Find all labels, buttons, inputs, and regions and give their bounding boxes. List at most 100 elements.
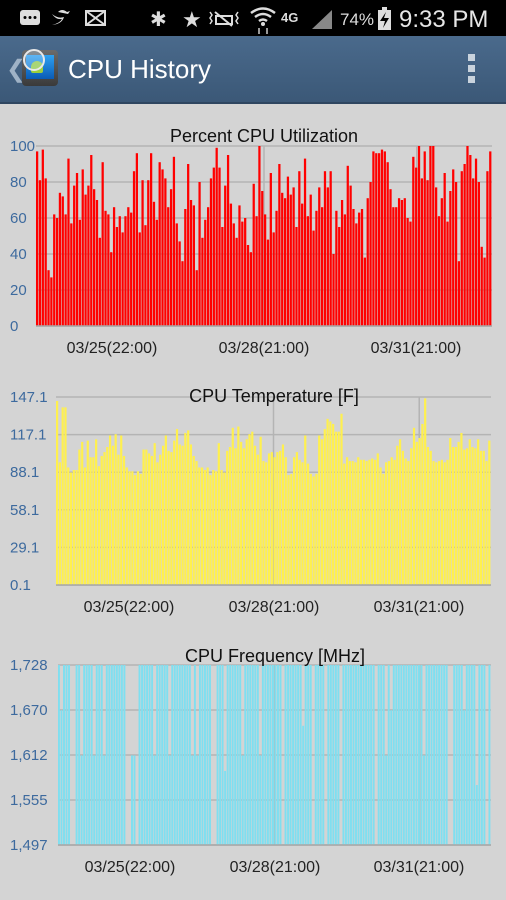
y-tick-label: 0.1 <box>10 577 31 594</box>
bar <box>410 448 413 585</box>
bar <box>187 164 190 326</box>
bar <box>275 210 278 326</box>
bar <box>231 427 234 585</box>
bar <box>178 241 181 326</box>
bar <box>485 461 488 585</box>
bar <box>221 227 224 326</box>
bar <box>270 452 273 585</box>
bar <box>306 216 309 326</box>
clock: 9:33 PM <box>399 6 488 33</box>
bar <box>112 207 116 326</box>
bar <box>181 665 184 845</box>
twitter-icon <box>52 10 70 25</box>
bar <box>103 755 106 845</box>
bar <box>98 237 101 326</box>
bar <box>402 665 405 845</box>
bar <box>60 710 63 845</box>
bar <box>132 171 136 326</box>
bar <box>78 665 81 845</box>
bar <box>417 665 420 845</box>
bar <box>383 151 386 326</box>
bar <box>389 189 392 326</box>
bar <box>417 146 421 326</box>
bar <box>443 665 446 845</box>
bar <box>115 665 118 845</box>
bar <box>256 454 259 585</box>
bar <box>244 665 247 845</box>
bar <box>471 447 474 585</box>
bar <box>379 467 382 585</box>
bar <box>332 423 335 585</box>
bar <box>234 665 237 845</box>
bar <box>337 665 340 845</box>
bar <box>64 214 67 326</box>
y-tick-label: 117.1 <box>10 427 46 444</box>
bar <box>221 665 224 845</box>
bar <box>229 665 232 845</box>
bar <box>75 173 79 326</box>
bar <box>489 151 492 326</box>
bar <box>201 665 204 845</box>
bar <box>463 449 466 585</box>
x-tick-label: 03/25(22:00) <box>84 599 175 616</box>
bar <box>269 173 272 326</box>
bar <box>463 710 466 845</box>
bar <box>238 205 241 326</box>
status-bar: ✱ ★ 4G 74% 9:33 PM <box>0 0 506 36</box>
chart-svg: 0.1 29.1 58.1 88.1 117.1 147.1 CPU Temperature… <box>10 386 491 616</box>
bar <box>474 448 477 585</box>
bar <box>242 448 246 585</box>
bar <box>286 176 290 326</box>
bar <box>429 450 432 585</box>
bar <box>88 665 91 845</box>
bar <box>127 207 130 326</box>
bar <box>98 665 101 845</box>
bar <box>428 665 430 845</box>
bar <box>477 439 480 585</box>
bar <box>284 665 287 845</box>
bar <box>373 459 377 585</box>
bar <box>175 429 179 585</box>
x-tick-label: 03/31(21:00) <box>371 340 462 357</box>
bar <box>262 461 265 585</box>
bar <box>113 665 116 845</box>
bar <box>173 440 176 585</box>
bar <box>117 454 120 585</box>
bar <box>475 785 478 845</box>
bar <box>120 665 123 845</box>
bar <box>404 458 407 585</box>
bar <box>215 147 218 326</box>
bar <box>198 467 201 585</box>
bar <box>479 450 483 585</box>
bar <box>163 665 166 845</box>
overflow-menu-icon[interactable] <box>468 54 476 84</box>
bar <box>65 665 68 845</box>
bar <box>382 665 385 845</box>
bar <box>264 665 267 845</box>
cpu-monitor-app-icon[interactable] <box>22 49 58 86</box>
bar <box>365 665 368 845</box>
bar <box>111 445 114 585</box>
bar <box>150 455 153 585</box>
bar <box>123 665 126 845</box>
bar <box>289 194 292 326</box>
bar <box>321 207 324 326</box>
bar <box>95 439 98 585</box>
bar <box>150 153 153 326</box>
bar <box>158 162 161 326</box>
bar <box>387 665 390 845</box>
bar <box>301 203 304 326</box>
bar <box>409 221 412 326</box>
bar <box>226 665 229 845</box>
bar <box>401 450 404 585</box>
bar <box>104 210 107 326</box>
bar <box>69 472 73 585</box>
bar <box>378 153 381 326</box>
bar <box>396 445 399 585</box>
bar <box>58 462 61 585</box>
y-tick-label: 1,670 <box>10 702 48 719</box>
bar <box>141 665 143 845</box>
x-tick-label: 03/28(21:00) <box>219 340 310 357</box>
bar <box>400 200 404 326</box>
bar <box>365 461 368 585</box>
